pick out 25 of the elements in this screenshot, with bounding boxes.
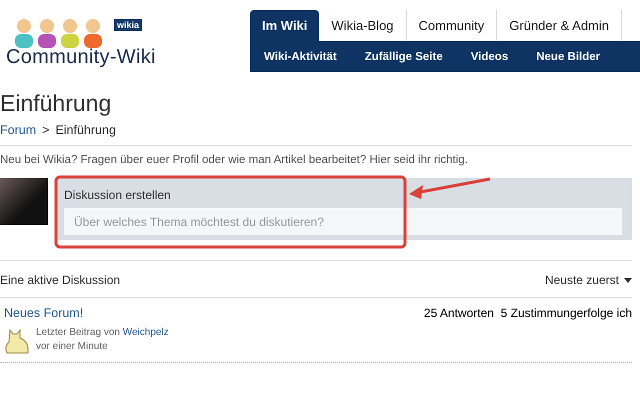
post-time: vor einer Minute bbox=[36, 340, 109, 354]
breadcrumb-separator: > bbox=[42, 123, 50, 137]
sub-nav-link[interactable]: Zufällige Seite bbox=[350, 50, 457, 62]
author-link[interactable]: Weichpelz bbox=[122, 327, 169, 338]
page-title: Einführung bbox=[0, 90, 112, 117]
caret-icon bbox=[624, 278, 632, 282]
breadcrumb-link[interactable]: Forum bbox=[0, 123, 36, 137]
logo-badge: wikia bbox=[114, 19, 142, 31]
list-heading: Eine aktive Diskussion bbox=[0, 273, 120, 287]
nav-tab[interactable]: Community bbox=[406, 10, 498, 41]
thread-title-link[interactable]: Neues Forum! bbox=[4, 306, 84, 320]
breadcrumb-current: Einführung bbox=[55, 123, 116, 137]
sub-nav-link[interactable]: Neue Bilder bbox=[522, 50, 614, 62]
sort-dropdown[interactable]: Neuste zuerst bbox=[544, 273, 632, 287]
cat-avatar-icon bbox=[4, 326, 30, 354]
thread-stats: 25 Antworten 5 Zustimmungerfolge ich bbox=[424, 306, 632, 320]
last-post-text: Letzter Beitrag von Weichpelz bbox=[36, 326, 169, 340]
sub-nav-link[interactable]: Wiki-Aktivität bbox=[250, 50, 351, 62]
photo-placeholder bbox=[0, 178, 48, 225]
topic-input-field[interactable]: Über welches Thema möchtest du diskutieren? bbox=[64, 208, 622, 235]
intro-text: Neu bei Wikia? Fragen über euer Profil oder wie man Artikel bearbeitet? Hier seid ihr richtig. bbox=[0, 154, 469, 166]
site-name: Community-Wiki bbox=[6, 46, 157, 69]
nav-tab[interactable]: Im Wiki bbox=[250, 10, 320, 41]
composer-label: Diskussion erstellen bbox=[64, 188, 172, 202]
sub-nav-link[interactable]: Videos bbox=[456, 50, 522, 62]
